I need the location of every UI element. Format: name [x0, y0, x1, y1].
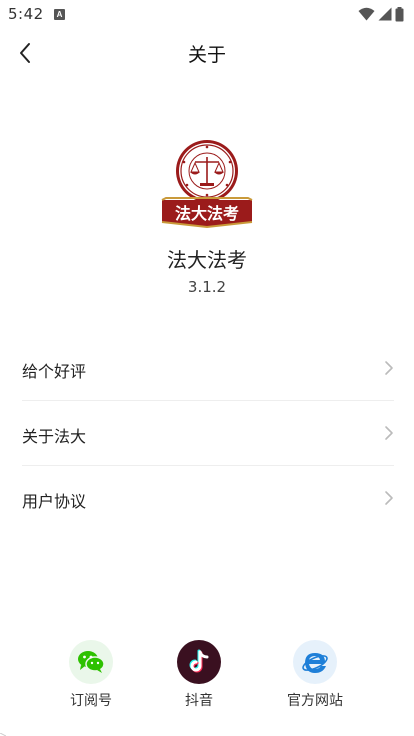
battery-icon [395, 6, 404, 21]
footer-item-douyin[interactable]: 抖音 [154, 640, 244, 710]
signal-icon [378, 7, 392, 21]
footer-label: 订阅号 [70, 693, 112, 709]
app-name: 法大法考 [167, 248, 247, 272]
status-bar: 5:42 A [0, 0, 414, 30]
menu-item-label: 给个好评 [22, 362, 87, 381]
nav-bar: 关于 [0, 30, 414, 76]
footer-item-website[interactable]: 官方网站 [270, 640, 360, 710]
ie-browser-icon [293, 640, 337, 684]
app-version: 3.1.2 [187, 278, 227, 296]
chevron-right-icon [385, 491, 393, 505]
page-title: 关于 [187, 44, 226, 66]
footer-links: 订阅号 抖音 官方网站 [0, 640, 414, 720]
menu-item-rate[interactable]: 给个好评 [22, 336, 394, 401]
footer-label: 抖音 [185, 693, 213, 709]
app-logo: 法大法考 [160, 138, 254, 229]
notification-badge: A [54, 9, 65, 20]
footer-item-wechat[interactable]: 订阅号 [46, 640, 136, 710]
douyin-icon [177, 640, 221, 684]
chevron-right-icon [385, 426, 393, 440]
university-seal-icon: 法大法考 [161, 140, 253, 229]
menu-item-about-university[interactable]: 关于法大 [22, 401, 394, 466]
footer-label: 官方网站 [287, 693, 343, 709]
status-icons [358, 6, 404, 22]
wechat-icon [69, 640, 113, 684]
chevron-right-icon [385, 361, 393, 375]
menu-item-user-agreement[interactable]: 用户协议 [22, 466, 394, 530]
logo-text: 法大法考 [175, 204, 239, 223]
wifi-icon [358, 7, 375, 21]
settings-menu: 给个好评 关于法大 用户协议 [22, 336, 394, 530]
status-time: 5:42 [8, 5, 44, 23]
menu-item-label: 用户协议 [22, 492, 87, 511]
menu-item-label: 关于法大 [22, 427, 87, 446]
